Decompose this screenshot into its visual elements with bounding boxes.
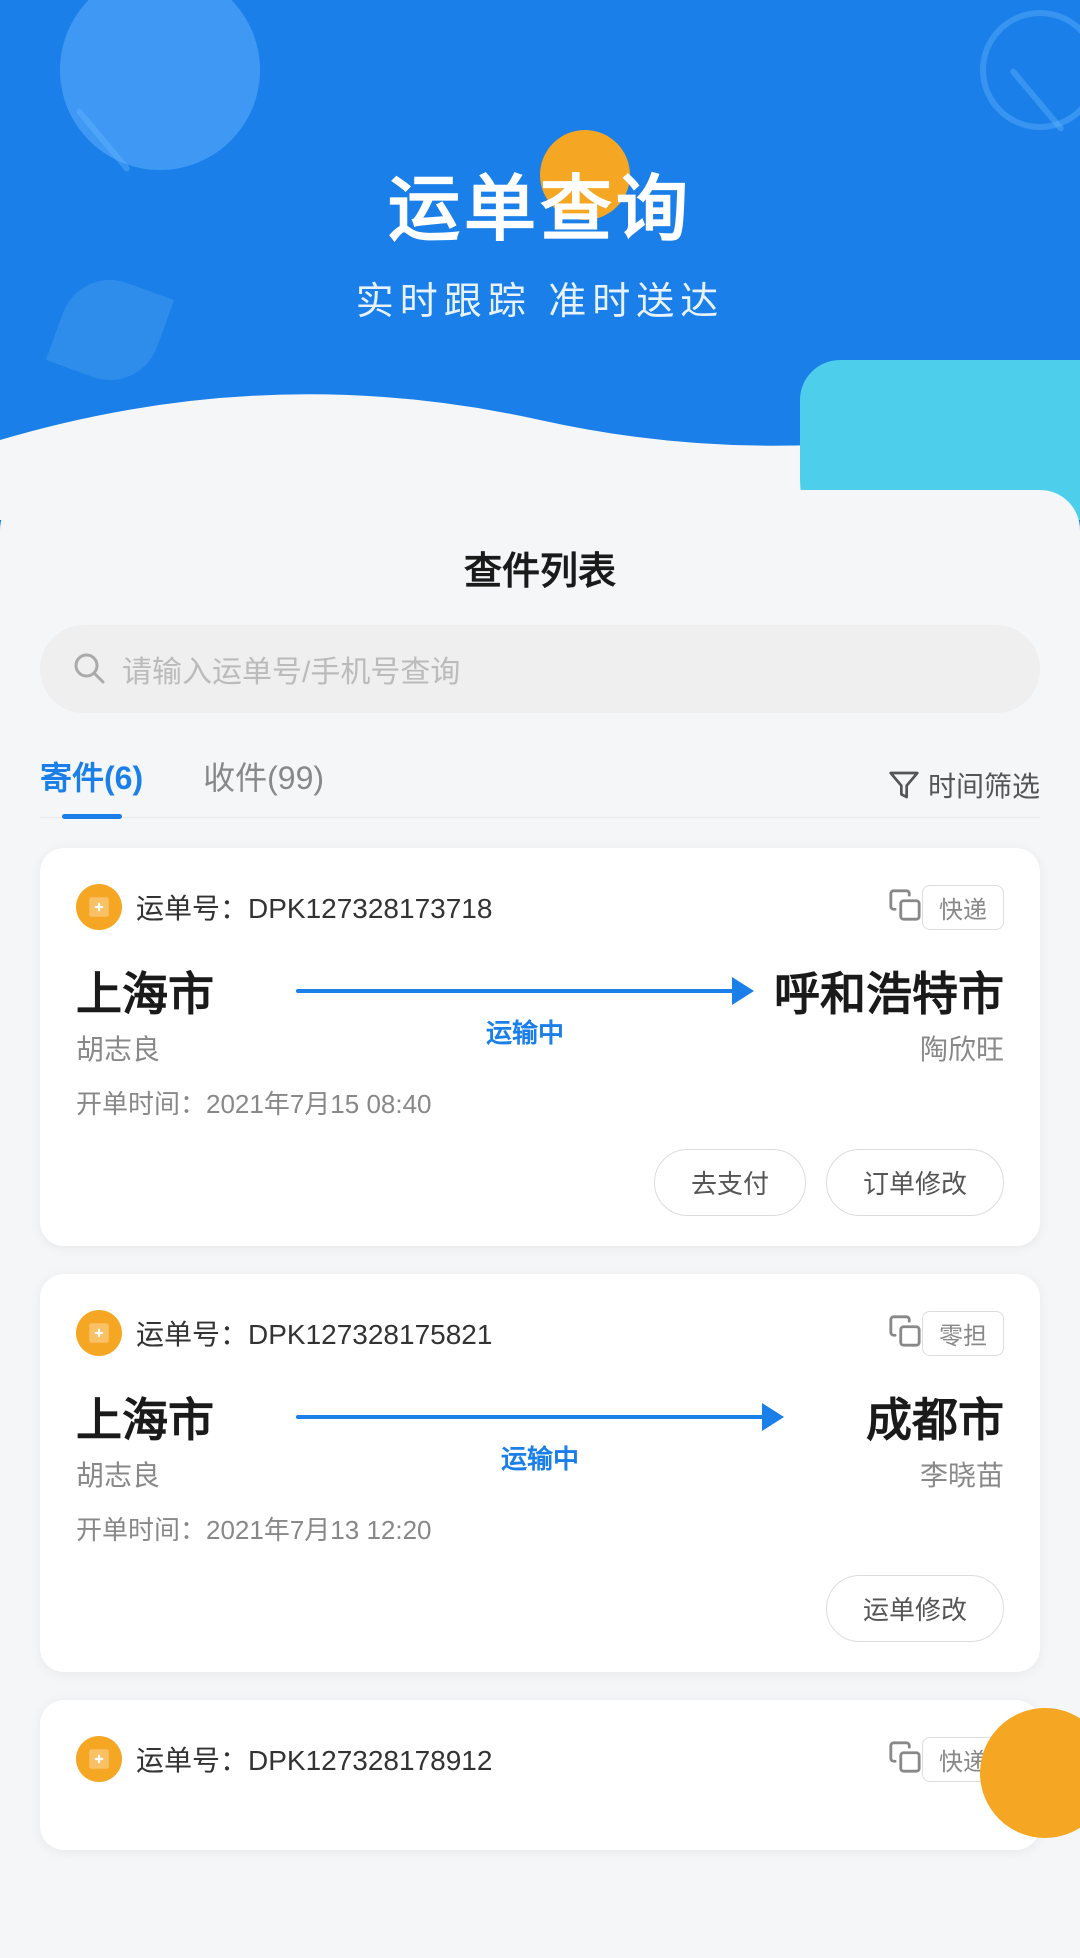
order-number-2: 运单号：DPK127328175821 — [136, 1313, 876, 1353]
open-time-2: 开单时间：2021年7月13 12:20 — [76, 1510, 1004, 1547]
line-solid-2 — [296, 1415, 764, 1419]
tab-filter[interactable]: 时间筛选 — [888, 765, 1040, 805]
tab-received[interactable]: 收件(99) — [203, 753, 324, 817]
open-time-1: 开单时间：2021年7月15 08:40 — [76, 1084, 1004, 1121]
shipment-card-1: 运单号：DPK127328173718 快递 上海市 胡志良 运输中 — [40, 848, 1040, 1246]
hero-section: 运单查询 实时跟踪 准时送达 — [0, 0, 1080, 520]
arrow-head-1 — [732, 977, 754, 1005]
hero-subtitle: 实时跟踪 准时送达 — [0, 270, 1080, 325]
modify-button-1[interactable]: 订单修改 — [826, 1149, 1004, 1216]
arrow-line-2 — [296, 1403, 784, 1431]
tabs-bar: 寄件(6) 收件(99) 时间筛选 — [40, 753, 1040, 818]
to-city-1: 呼和浩特市 陶欣旺 — [774, 958, 1004, 1068]
deco-circle-tl — [60, 0, 260, 170]
route-row-1: 上海市 胡志良 运输中 呼和浩特市 陶欣旺 — [76, 958, 1004, 1068]
copy-icon-1[interactable] — [888, 888, 922, 927]
copy-icon-2[interactable] — [888, 1314, 922, 1353]
filter-label: 时间筛选 — [928, 765, 1040, 805]
order-type-2: 零担 — [922, 1311, 1004, 1356]
route-status-2: 运输中 — [501, 1439, 579, 1476]
modify-button-2[interactable]: 运单修改 — [826, 1575, 1004, 1642]
shipment-card-2: 运单号：DPK127328175821 零担 上海市 胡志良 运输中 — [40, 1274, 1040, 1672]
card-header-1: 运单号：DPK127328173718 快递 — [76, 884, 1004, 930]
card-header-3: 运单号：DPK127328178912 快递 — [76, 1736, 1004, 1782]
deco-circle-tr — [980, 10, 1080, 130]
from-city-2: 上海市 胡志良 — [76, 1384, 276, 1494]
order-number-3: 运单号：DPK127328178912 — [136, 1739, 876, 1779]
hero-title: 运单查询 — [0, 150, 1080, 255]
arrow-line-1 — [296, 977, 754, 1005]
route-center-2: 运输中 — [276, 1403, 804, 1476]
search-placeholder: 请输入运单号/手机号查询 — [122, 647, 460, 691]
card-actions-2: 运单修改 — [76, 1575, 1004, 1642]
order-number-1: 运单号：DPK127328173718 — [136, 887, 876, 927]
order-icon-1 — [76, 884, 122, 930]
order-type-1: 快递 — [922, 885, 1004, 930]
from-city-1: 上海市 胡志良 — [76, 958, 276, 1068]
order-icon-2 — [76, 1310, 122, 1356]
main-card: 查件列表 请输入运单号/手机号查询 寄件(6) 收件(99) 时间筛选 运单号：… — [0, 490, 1080, 1958]
to-city-2: 成都市 李晓苗 — [804, 1384, 1004, 1494]
card-title: 查件列表 — [40, 490, 1040, 625]
route-row-2: 上海市 胡志良 运输中 成都市 李晓苗 — [76, 1384, 1004, 1494]
card-header-2: 运单号：DPK127328175821 零担 — [76, 1310, 1004, 1356]
card-actions-1: 去支付 订单修改 — [76, 1149, 1004, 1216]
copy-icon-3[interactable] — [888, 1740, 922, 1779]
search-bar[interactable]: 请输入运单号/手机号查询 — [40, 625, 1040, 713]
tab-sent[interactable]: 寄件(6) — [40, 753, 143, 817]
line-solid-1 — [296, 989, 734, 993]
route-status-1: 运输中 — [486, 1013, 564, 1050]
shipment-card-3: 运单号：DPK127328178912 快递 — [40, 1700, 1040, 1850]
pay-button-1[interactable]: 去支付 — [654, 1149, 806, 1216]
arrow-head-2 — [762, 1403, 784, 1431]
search-icon — [70, 649, 106, 690]
route-center-1: 运输中 — [276, 977, 774, 1050]
order-icon-3 — [76, 1736, 122, 1782]
